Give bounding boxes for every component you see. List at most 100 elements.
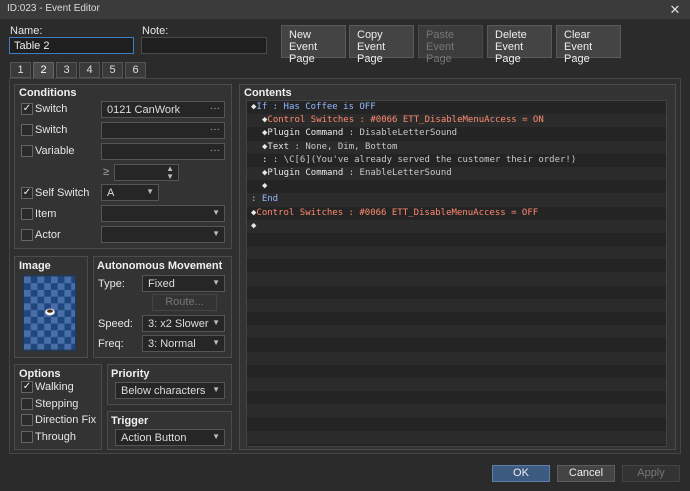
command-text: End: [261, 194, 279, 205]
name-label: Name:: [10, 25, 43, 37]
stepping-checkbox[interactable]: [21, 398, 33, 410]
switch1-checkbox[interactable]: ✓: [21, 103, 33, 115]
actor-checkbox[interactable]: [21, 229, 33, 241]
delete-event-page-label-1: Delete: [495, 29, 527, 41]
direction-fix-label: Direction Fix: [35, 414, 97, 426]
ok-button[interactable]: OK: [492, 465, 550, 482]
freq-label: Freq:: [98, 338, 124, 350]
event-commands-list[interactable]: ◆If : Has Coffee is OFF ◆Control Switches…: [246, 100, 667, 447]
apply-button[interactable]: Apply: [622, 465, 680, 482]
command-row[interactable]: [247, 312, 666, 325]
clear-event-page-label-1: Clear: [564, 29, 591, 41]
contents-title: Contents: [244, 87, 292, 99]
item-checkbox[interactable]: [21, 208, 33, 220]
spin-up-icon[interactable]: ▲: [166, 165, 174, 173]
paste-event-page-button[interactable]: Paste Event Page: [418, 25, 483, 65]
tab-page-3[interactable]: 3: [56, 62, 77, 78]
command-text: : EnableLetterSound: [343, 167, 452, 178]
trigger-title: Trigger: [111, 415, 149, 427]
tab-page-2[interactable]: 2: [33, 62, 54, 79]
chevron-down-icon: ▼: [212, 278, 220, 287]
switch1-value: 0121 CanWork: [107, 104, 181, 116]
command-row[interactable]: [247, 325, 666, 339]
actor-select[interactable]: ▼: [101, 226, 225, 243]
tab-page-1[interactable]: 1: [10, 62, 31, 78]
delete-event-page-button[interactable]: Delete Event Page: [487, 25, 552, 65]
switch2-label: Switch: [35, 124, 68, 136]
command-row[interactable]: [247, 286, 666, 299]
command-row[interactable]: ◆Control Switches : #0066 ETT_DisableMen…: [247, 114, 666, 128]
copy-event-page-label-1: Copy: [357, 29, 383, 41]
variable-operator: ≥: [103, 166, 110, 178]
actor-label: Actor: [35, 229, 61, 241]
tab-page-5[interactable]: 5: [102, 62, 123, 78]
priority-value: Below characters: [121, 385, 206, 397]
freq-select[interactable]: 3: Normal ▼: [142, 335, 225, 352]
clear-event-page-button[interactable]: Clear Event Page: [556, 25, 621, 65]
command-row[interactable]: [247, 377, 666, 392]
conditions-title: Conditions: [19, 87, 77, 99]
command-row[interactable]: : End: [247, 193, 666, 207]
command-row[interactable]: [247, 430, 666, 444]
command-row[interactable]: [247, 259, 666, 272]
trigger-value: Action Button: [121, 432, 187, 444]
spin-down-icon[interactable]: ▼: [166, 173, 174, 181]
command-row[interactable]: [247, 404, 666, 418]
switch1-selector[interactable]: 0121 CanWork ···: [101, 101, 225, 118]
command-row[interactable]: [247, 233, 666, 246]
command-text: ◆: [251, 220, 257, 231]
close-icon[interactable]: ✕: [660, 0, 690, 19]
switch2-selector[interactable]: ···: [101, 122, 225, 139]
route-button[interactable]: Route...: [152, 294, 217, 311]
command-row[interactable]: [247, 351, 666, 365]
trigger-select[interactable]: Action Button ▼: [115, 429, 225, 446]
command-row[interactable]: ◆Plugin Command : EnableLetterSound: [247, 166, 666, 181]
direction-fix-checkbox[interactable]: [21, 414, 33, 426]
command-row[interactable]: ◆: [247, 180, 666, 193]
name-input[interactable]: Table 2: [9, 37, 134, 54]
item-select[interactable]: ▼: [101, 205, 225, 222]
command-text: Plugin Command: [267, 128, 344, 139]
command-text: Text: [267, 141, 290, 152]
chevron-down-icon: ▼: [146, 187, 154, 196]
command-row[interactable]: ◆Plugin Command : DisableLetterSound: [247, 127, 666, 140]
self-switch-select[interactable]: A ▼: [101, 184, 159, 201]
options-title: Options: [19, 368, 61, 380]
event-image-preview[interactable]: [23, 275, 76, 351]
tab-page-4[interactable]: 4: [79, 62, 100, 78]
movement-type-select[interactable]: Fixed ▼: [142, 275, 225, 292]
command-row[interactable]: ◆Control Switches : #0066 ETT_DisableMen…: [247, 207, 666, 220]
command-row[interactable]: [247, 391, 666, 404]
self-switch-checkbox[interactable]: ✓: [21, 187, 33, 199]
command-row[interactable]: [247, 246, 666, 260]
command-row[interactable]: [247, 298, 666, 312]
command-row[interactable]: : : \C[6](You've already served the cust…: [247, 154, 666, 167]
variable-selector[interactable]: ···: [101, 143, 225, 160]
command-row[interactable]: [247, 272, 666, 286]
command-row[interactable]: [247, 338, 666, 351]
command-row[interactable]: ◆Text : None, Dim, Bottom: [247, 140, 666, 154]
switch2-checkbox[interactable]: [21, 124, 33, 136]
cancel-button[interactable]: Cancel: [557, 465, 615, 482]
priority-select[interactable]: Below characters ▼: [115, 382, 225, 399]
type-label: Type:: [98, 278, 125, 290]
walking-checkbox[interactable]: ✓: [21, 381, 33, 393]
tab-page-6[interactable]: 6: [125, 62, 146, 78]
chevron-down-icon: ▼: [212, 229, 220, 238]
variable-value-spinner[interactable]: ▲ ▼: [114, 164, 179, 181]
new-event-page-button[interactable]: New Event Page: [281, 25, 346, 65]
command-row[interactable]: ◆: [247, 219, 666, 233]
self-switch-label: Self Switch: [35, 187, 90, 199]
more-icon: ···: [210, 103, 220, 114]
speed-select[interactable]: 3: x2 Slower ▼: [142, 315, 225, 332]
copy-event-page-button[interactable]: Copy Event Page: [349, 25, 414, 65]
note-input[interactable]: [141, 37, 267, 54]
more-icon: ···: [210, 145, 220, 156]
command-row[interactable]: [247, 418, 666, 431]
variable-checkbox[interactable]: [21, 145, 33, 157]
command-row[interactable]: [247, 365, 666, 378]
through-checkbox[interactable]: [21, 431, 33, 443]
command-text: : #0066 ETT_DisableMenuAccess = OFF: [343, 207, 539, 218]
chevron-down-icon: ▼: [212, 208, 220, 217]
command-row[interactable]: ◆If : Has Coffee is OFF: [247, 101, 666, 114]
